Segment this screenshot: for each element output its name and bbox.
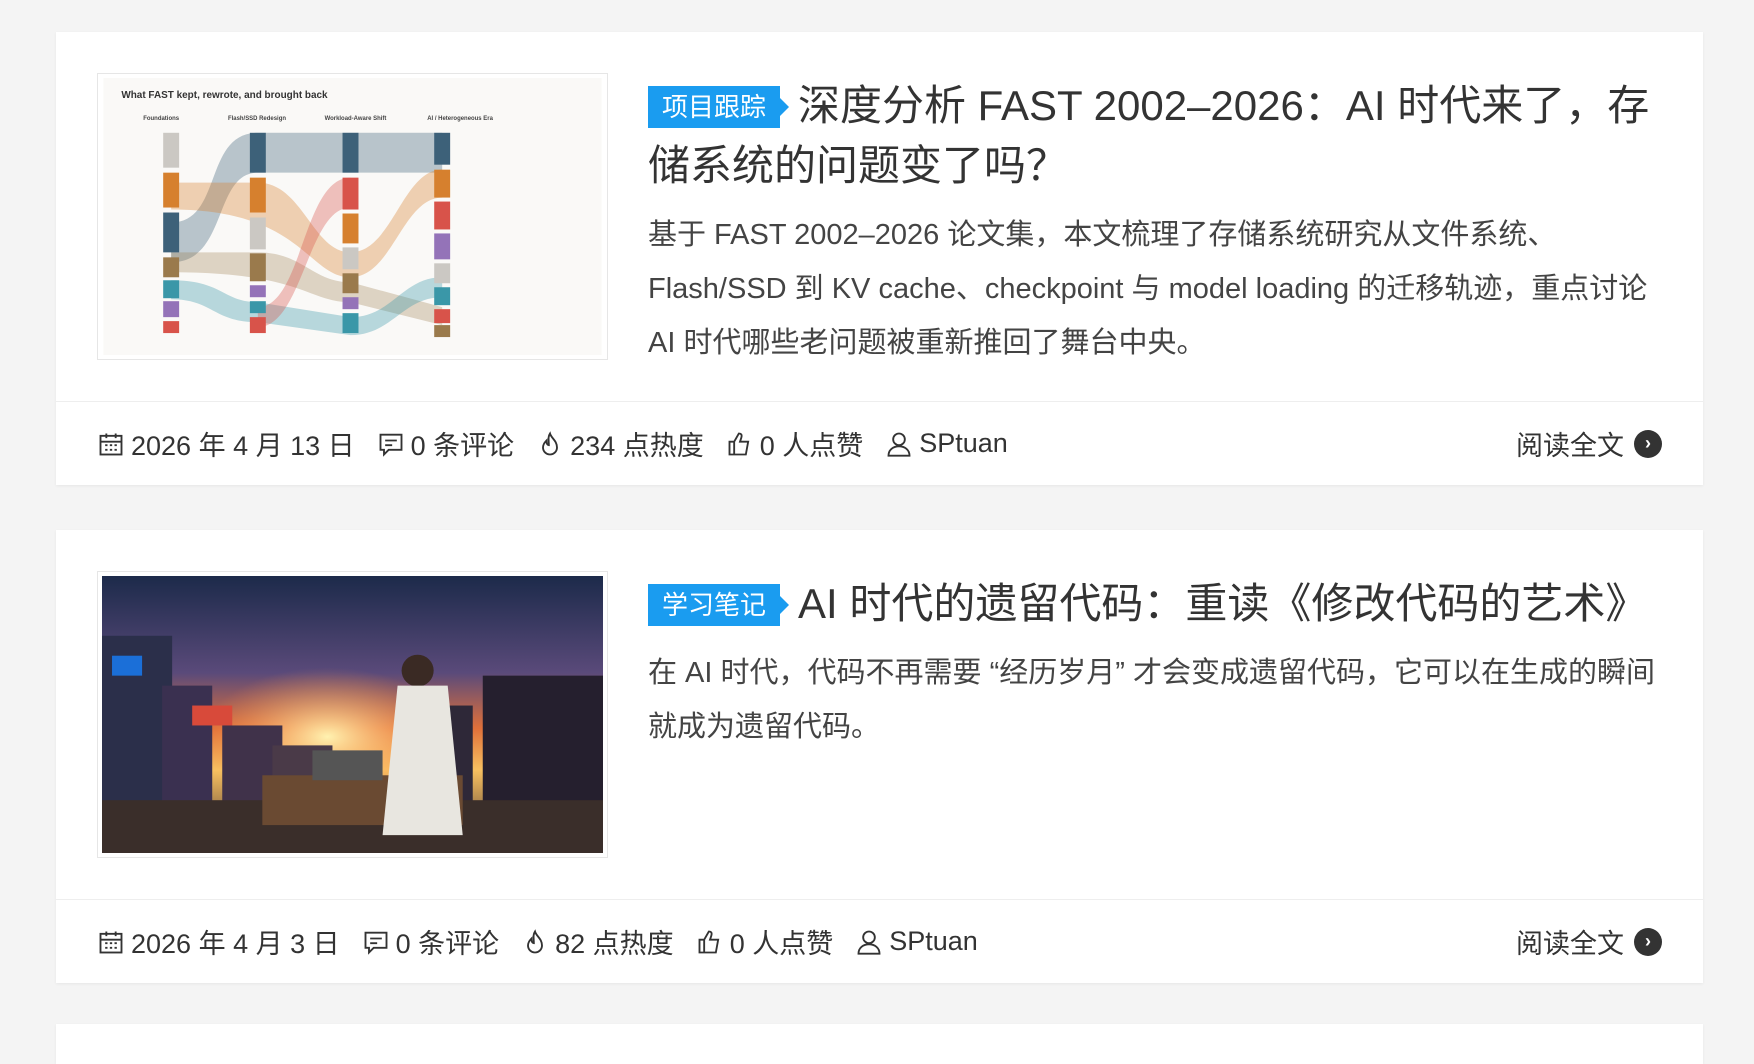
author-name[interactable]: SPtuan [889, 926, 978, 957]
post-thumbnail[interactable] [97, 571, 608, 858]
post-meta: 2026 年 4 月 13 日 0 条评论 234 点热度 0 人点赞 SPtu… [56, 401, 1703, 485]
sankey-chart-image: What FAST kept, rewrote, and brought bac… [103, 78, 602, 355]
svg-text:AI / Heterogeneous Era: AI / Heterogeneous Era [427, 116, 493, 122]
thumbs-up-icon [728, 432, 750, 455]
thumbs-up-icon [698, 930, 719, 953]
post-card: What FAST kept, rewrote, and brought bac… [56, 32, 1703, 485]
svg-text:Flash/SSD Redesign: Flash/SSD Redesign [228, 116, 286, 122]
post-card-partial [56, 1024, 1703, 1064]
read-more-link[interactable]: 阅读全文 › [1516, 922, 1662, 961]
post-meta: 2026 年 4 月 3 日 0 条评论 82 点热度 0 人点赞 SPtuan… [56, 899, 1703, 983]
read-more-label[interactable]: 阅读全文 [1516, 922, 1624, 961]
comment-icon [364, 931, 388, 955]
svg-text:What FAST kept, rewrote, and b: What FAST kept, rewrote, and brought bac… [121, 90, 328, 101]
like-count[interactable]: 0 人点赞 [730, 922, 834, 961]
post-title[interactable]: 学习笔记 AI 时代的遗留代码：重读《修改代码的艺术》 [648, 574, 1663, 634]
category-tag[interactable]: 项目跟踪 [648, 86, 790, 128]
calendar-icon [99, 433, 123, 455]
svg-text:Foundations: Foundations [143, 116, 179, 122]
heat-count: 234 点热度 [570, 431, 704, 461]
anime-sunset-illustration [102, 576, 603, 853]
user-icon [887, 432, 911, 457]
svg-text:Workload-Aware Shift: Workload-Aware Shift [325, 116, 387, 122]
post-title[interactable]: 项目跟踪 深度分析 FAST 2002–2026：AI 时代来了，存储系统的问题变… [648, 76, 1663, 196]
flame-icon [542, 430, 559, 455]
calendar-icon [99, 931, 123, 953]
read-more-link[interactable]: 阅读全文 › [1516, 424, 1662, 463]
post-title-text[interactable]: AI 时代的遗留代码：重读《修改代码的艺术》 [798, 580, 1647, 627]
read-more-label[interactable]: 阅读全文 [1516, 424, 1624, 463]
post-excerpt: 基于 FAST 2002–2026 论文集，本文梳理了存储系统研究从文件系统、F… [648, 219, 1648, 359]
category-tag[interactable]: 学习笔记 [648, 584, 790, 626]
post-date: 2026 年 4 月 13 日 [131, 431, 355, 461]
author-name[interactable]: SPtuan [919, 428, 1008, 459]
comment-count[interactable]: 0 条评论 [396, 922, 500, 961]
post-card: 学习笔记 AI 时代的遗留代码：重读《修改代码的艺术》 在 AI 时代，代码不再需… [56, 530, 1703, 983]
post-excerpt: 在 AI 时代，代码不再需要 “经历岁月” 才会变成遗留代码，它可以在生成的瞬间… [648, 657, 1655, 743]
post-thumbnail[interactable]: What FAST kept, rewrote, and brought bac… [97, 73, 608, 360]
chevron-right-icon: › [1634, 429, 1662, 458]
post-date: 2026 年 4 月 3 日 [131, 929, 340, 959]
like-count[interactable]: 0 人点赞 [760, 424, 864, 463]
heat-count: 82 点热度 [555, 929, 674, 959]
chevron-right-icon: › [1634, 927, 1662, 956]
flame-icon [527, 928, 544, 953]
post-title-text[interactable]: 深度分析 FAST 2002–2026：AI 时代来了，存储系统的问题变了吗？ [648, 82, 1649, 189]
comment-icon [379, 433, 403, 457]
user-icon [857, 930, 881, 955]
comment-count[interactable]: 0 条评论 [411, 424, 515, 463]
